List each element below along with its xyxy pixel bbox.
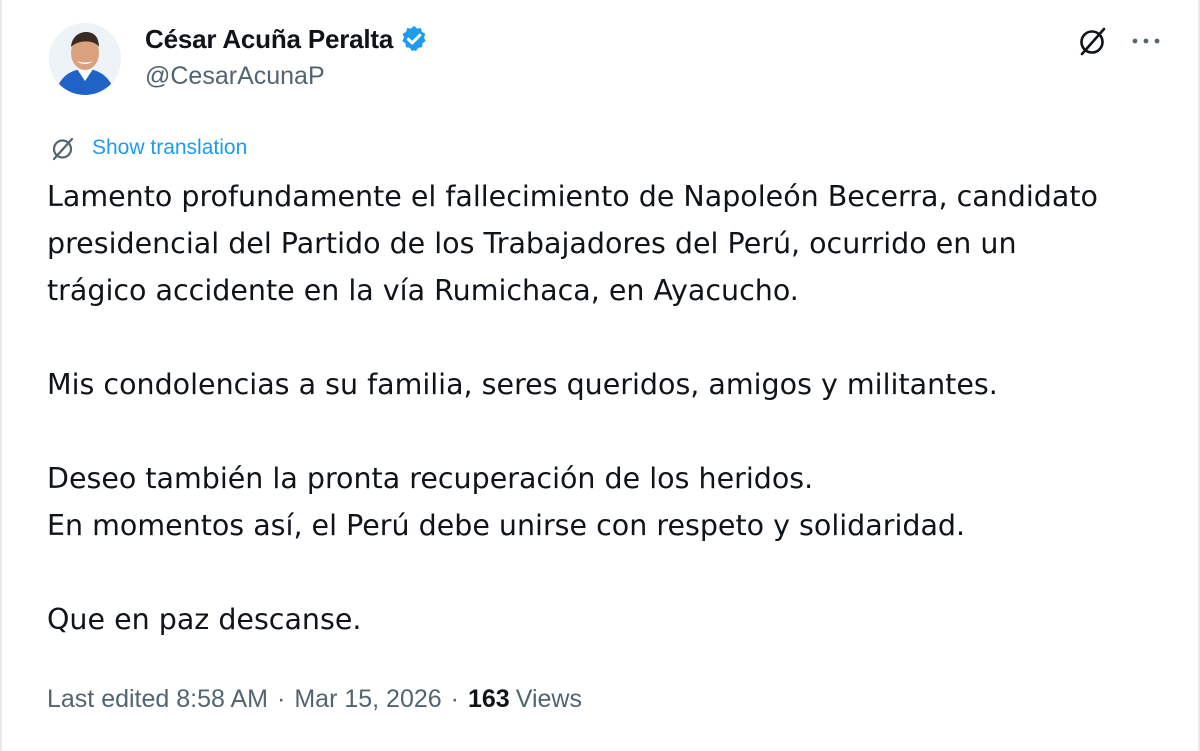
edited-label[interactable]: Last edited: [47, 685, 169, 714]
meta-separator: ·: [277, 684, 286, 713]
post-text-line: Lamento profundamente el fallecimiento d…: [47, 180, 1098, 213]
user-avatar-icon: [49, 23, 121, 95]
post-text-line: En momentos así, el Perú debe unirse con…: [47, 509, 966, 542]
post-meta: Last edited 8:58 AM · Mar 15, 2026 · 163…: [47, 680, 582, 718]
show-translation-label[interactable]: Show translation: [92, 136, 247, 160]
post-text-line: Que en paz descanse.: [47, 603, 362, 636]
more-horizontal-icon[interactable]: [1126, 24, 1166, 58]
views-label[interactable]: Views: [516, 685, 582, 714]
views-count[interactable]: 163: [468, 685, 510, 714]
verified-badge-icon: [402, 25, 426, 51]
post-text-line: presidencial del Partido de los Trabajad…: [47, 227, 1017, 260]
author-display-name[interactable]: César Acuña Peralta: [145, 24, 393, 55]
post-text-line: Mis condolencias a su familia, seres que…: [47, 368, 998, 401]
grok-slash-circle-icon: [52, 137, 74, 160]
author-name-row[interactable]: César Acuña Peralta: [145, 22, 429, 56]
post-date[interactable]: Mar 15, 2026: [294, 685, 441, 714]
show-translation-link[interactable]: Show translation: [49, 134, 247, 162]
post-card: César Acuña Peralta @CesarAcunaP Show tr…: [0, 0, 1200, 751]
post-text-line: trágico accidente en la vía Rumichaca, e…: [47, 274, 799, 307]
author-handle[interactable]: @CesarAcunaP: [145, 62, 325, 91]
grok-slash-circle-icon[interactable]: [1075, 24, 1109, 58]
post-time[interactable]: 8:58 AM: [176, 685, 268, 714]
post-text-line: Deseo también la pronta recuperación de …: [47, 462, 814, 495]
meta-separator: ·: [450, 684, 459, 713]
avatar[interactable]: [49, 23, 121, 95]
